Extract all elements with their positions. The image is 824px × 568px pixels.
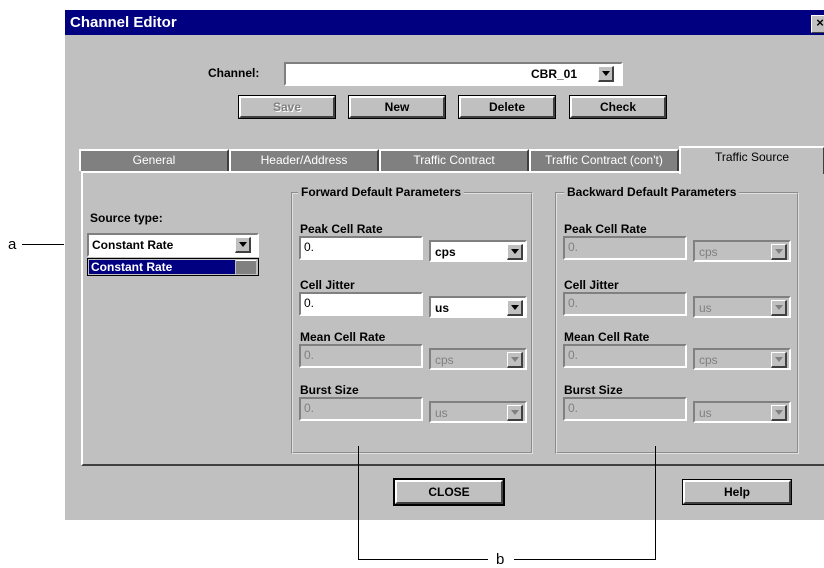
close-icon[interactable]: × xyxy=(811,15,824,33)
backward-group-title: Backward Default Parameters xyxy=(564,185,740,199)
tab-traffic-source[interactable]: Traffic Source xyxy=(679,146,824,174)
close-button[interactable]: CLOSE xyxy=(393,478,505,506)
tab-traffic-contract[interactable]: Traffic Contract xyxy=(379,149,529,171)
forward-burst-unit-select[interactable]: us xyxy=(429,401,527,423)
source-type-select[interactable]: Constant Rate xyxy=(87,233,259,257)
source-type-list: Constant Rate xyxy=(87,258,259,276)
backward-mean-value: 0. xyxy=(568,348,579,362)
callout-line-b-bottom-right xyxy=(514,559,656,560)
chevron-down-icon[interactable] xyxy=(507,405,523,421)
backward-mean-input[interactable]: 0. xyxy=(563,344,687,368)
forward-jitter-value: 0. xyxy=(304,296,315,310)
chevron-down-icon[interactable] xyxy=(771,244,787,260)
channel-select[interactable]: CBR_01 xyxy=(284,62,623,86)
channel-value: CBR_01 xyxy=(531,67,578,81)
forward-peak-unit-select[interactable]: cps xyxy=(429,240,527,262)
backward-burst-label: Burst Size xyxy=(564,383,623,397)
forward-jitter-label: Cell Jitter xyxy=(300,278,355,292)
callout-line-b-left xyxy=(358,446,359,560)
forward-peak-value: 0. xyxy=(304,240,315,254)
backward-burst-unit-select[interactable]: us xyxy=(693,401,791,423)
chevron-down-icon[interactable] xyxy=(771,300,787,316)
chevron-down-icon[interactable] xyxy=(598,66,614,82)
callout-label-b: b xyxy=(496,551,505,568)
callout-label-a: a xyxy=(8,236,17,253)
backward-peak-label: Peak Cell Rate xyxy=(564,222,647,236)
forward-peak-input[interactable]: 0. xyxy=(299,236,423,260)
forward-jitter-unit: us xyxy=(435,301,450,315)
help-button[interactable]: Help xyxy=(682,479,792,505)
forward-mean-unit: cps xyxy=(435,353,454,367)
backward-jitter-unit-select[interactable]: us xyxy=(693,296,791,318)
backward-burst-unit: us xyxy=(699,406,712,420)
forward-mean-unit-select[interactable]: cps xyxy=(429,348,527,370)
backward-jitter-input[interactable]: 0. xyxy=(563,292,687,316)
tab-general[interactable]: General xyxy=(79,149,229,171)
save-button[interactable]: Save xyxy=(238,95,336,119)
backward-peak-unit-select[interactable]: cps xyxy=(693,240,791,262)
forward-burst-label: Burst Size xyxy=(300,383,359,397)
source-type-value: Constant Rate xyxy=(92,238,174,252)
channel-label: Channel: xyxy=(208,66,260,80)
forward-jitter-input[interactable]: 0. xyxy=(299,292,423,316)
forward-burst-input[interactable]: 0. xyxy=(299,397,423,421)
forward-mean-label: Mean Cell Rate xyxy=(300,330,386,344)
tab-traffic-contract-cont[interactable]: Traffic Contract (con't) xyxy=(529,149,679,171)
source-type-label: Source type: xyxy=(90,211,163,225)
title-bar[interactable]: Channel Editor × xyxy=(65,10,824,35)
forward-burst-unit: us xyxy=(435,406,448,420)
backward-peak-unit: cps xyxy=(699,245,718,259)
channel-editor-window: Channel Editor × Channel: CBR_01 Save Ne… xyxy=(64,9,824,520)
backward-jitter-unit: us xyxy=(699,301,712,315)
backward-mean-label: Mean Cell Rate xyxy=(564,330,650,344)
tab-header-address[interactable]: Header/Address xyxy=(229,149,379,171)
window-title: Channel Editor xyxy=(70,14,177,31)
forward-jitter-unit-select[interactable]: us xyxy=(429,296,527,318)
backward-burst-input[interactable]: 0. xyxy=(563,397,687,421)
backward-peak-value: 0. xyxy=(568,240,579,254)
delete-button[interactable]: Delete xyxy=(458,95,556,119)
backward-jitter-label: Cell Jitter xyxy=(564,278,619,292)
callout-line-b-right xyxy=(655,446,656,560)
callout-line-b-bottom-left xyxy=(358,559,488,560)
forward-mean-input[interactable]: 0. xyxy=(299,344,423,368)
chevron-down-icon[interactable] xyxy=(235,237,251,253)
list-scroll-thumb[interactable] xyxy=(236,260,256,274)
chevron-down-icon[interactable] xyxy=(771,405,787,421)
chevron-down-icon[interactable] xyxy=(771,352,787,368)
chevron-down-icon[interactable] xyxy=(507,244,523,260)
backward-peak-input[interactable]: 0. xyxy=(563,236,687,260)
chevron-down-icon[interactable] xyxy=(507,352,523,368)
check-button[interactable]: Check xyxy=(569,95,667,119)
source-type-list-item[interactable]: Constant Rate xyxy=(89,260,235,274)
forward-peak-unit: cps xyxy=(435,245,456,259)
forward-mean-value: 0. xyxy=(304,348,315,362)
forward-group-title: Forward Default Parameters xyxy=(298,185,465,199)
new-button[interactable]: New xyxy=(348,95,446,119)
chevron-down-icon[interactable] xyxy=(507,300,523,316)
backward-mean-unit-select[interactable]: cps xyxy=(693,348,791,370)
forward-burst-value: 0. xyxy=(304,401,315,415)
forward-peak-label: Peak Cell Rate xyxy=(300,222,383,236)
backward-mean-unit: cps xyxy=(699,353,718,367)
backward-burst-value: 0. xyxy=(568,401,579,415)
backward-jitter-value: 0. xyxy=(568,296,579,310)
